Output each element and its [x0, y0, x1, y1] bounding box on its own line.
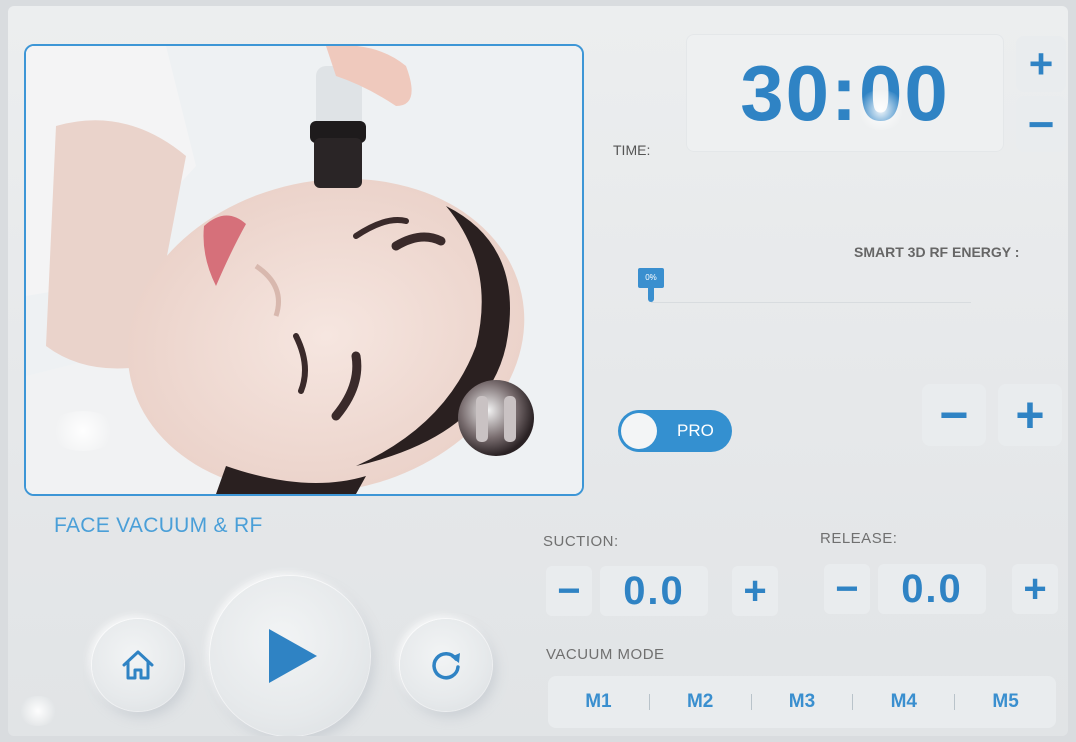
play-icon: [269, 629, 317, 683]
vacuum-mode-m2[interactable]: M2: [650, 691, 751, 713]
energy-level-marker[interactable]: 0%: [638, 268, 664, 288]
vacuum-mode-m5[interactable]: M5: [955, 691, 1056, 713]
home-icon: [122, 650, 154, 680]
suction-label: SUCTION:: [543, 533, 619, 550]
suction-value: 0.0: [600, 566, 708, 616]
device-screen: FACE VACUUM & RF TIME: 30:00 + − SMART 3…: [8, 6, 1068, 736]
refresh-icon: [432, 651, 460, 680]
play-button[interactable]: [210, 576, 370, 736]
reset-button[interactable]: [400, 619, 492, 711]
vacuum-mode-m1[interactable]: M1: [548, 691, 649, 713]
release-value: 0.0: [878, 564, 986, 614]
mode-title: FACE VACUUM & RF: [54, 514, 263, 537]
pro-toggle-label: PRO: [677, 421, 714, 440]
suction-increase-button[interactable]: +: [732, 566, 778, 616]
time-increase-button[interactable]: +: [1016, 36, 1066, 92]
time-decrease-button[interactable]: −: [1016, 96, 1066, 152]
energy-increase-button[interactable]: +: [998, 384, 1062, 446]
energy-slider-handle[interactable]: [648, 288, 654, 302]
screen-glare: [856, 90, 906, 130]
time-value: 30:00: [740, 48, 950, 137]
energy-decrease-button[interactable]: −: [922, 384, 986, 446]
home-button[interactable]: [92, 619, 184, 711]
release-label: RELEASE:: [820, 530, 898, 547]
vacuum-mode-label: VACUUM MODE: [546, 646, 665, 663]
vacuum-mode-m3[interactable]: M3: [752, 691, 853, 713]
time-label: TIME:: [613, 142, 651, 158]
screen-glare: [18, 696, 58, 726]
energy-slider-track[interactable]: [651, 302, 971, 303]
suction-decrease-button[interactable]: −: [546, 566, 592, 616]
vacuum-mode-m4[interactable]: M4: [853, 691, 954, 713]
time-display: 30:00: [686, 34, 1004, 152]
pro-toggle[interactable]: PRO: [618, 410, 732, 452]
vacuum-mode-selector: M1 M2 M3 M4 M5: [548, 676, 1056, 728]
release-increase-button[interactable]: +: [1012, 564, 1058, 614]
release-decrease-button[interactable]: −: [824, 564, 870, 614]
pro-toggle-knob: [621, 413, 657, 449]
energy-label: SMART 3D RF ENERGY :: [854, 244, 1020, 260]
screen-glare: [48, 411, 118, 451]
